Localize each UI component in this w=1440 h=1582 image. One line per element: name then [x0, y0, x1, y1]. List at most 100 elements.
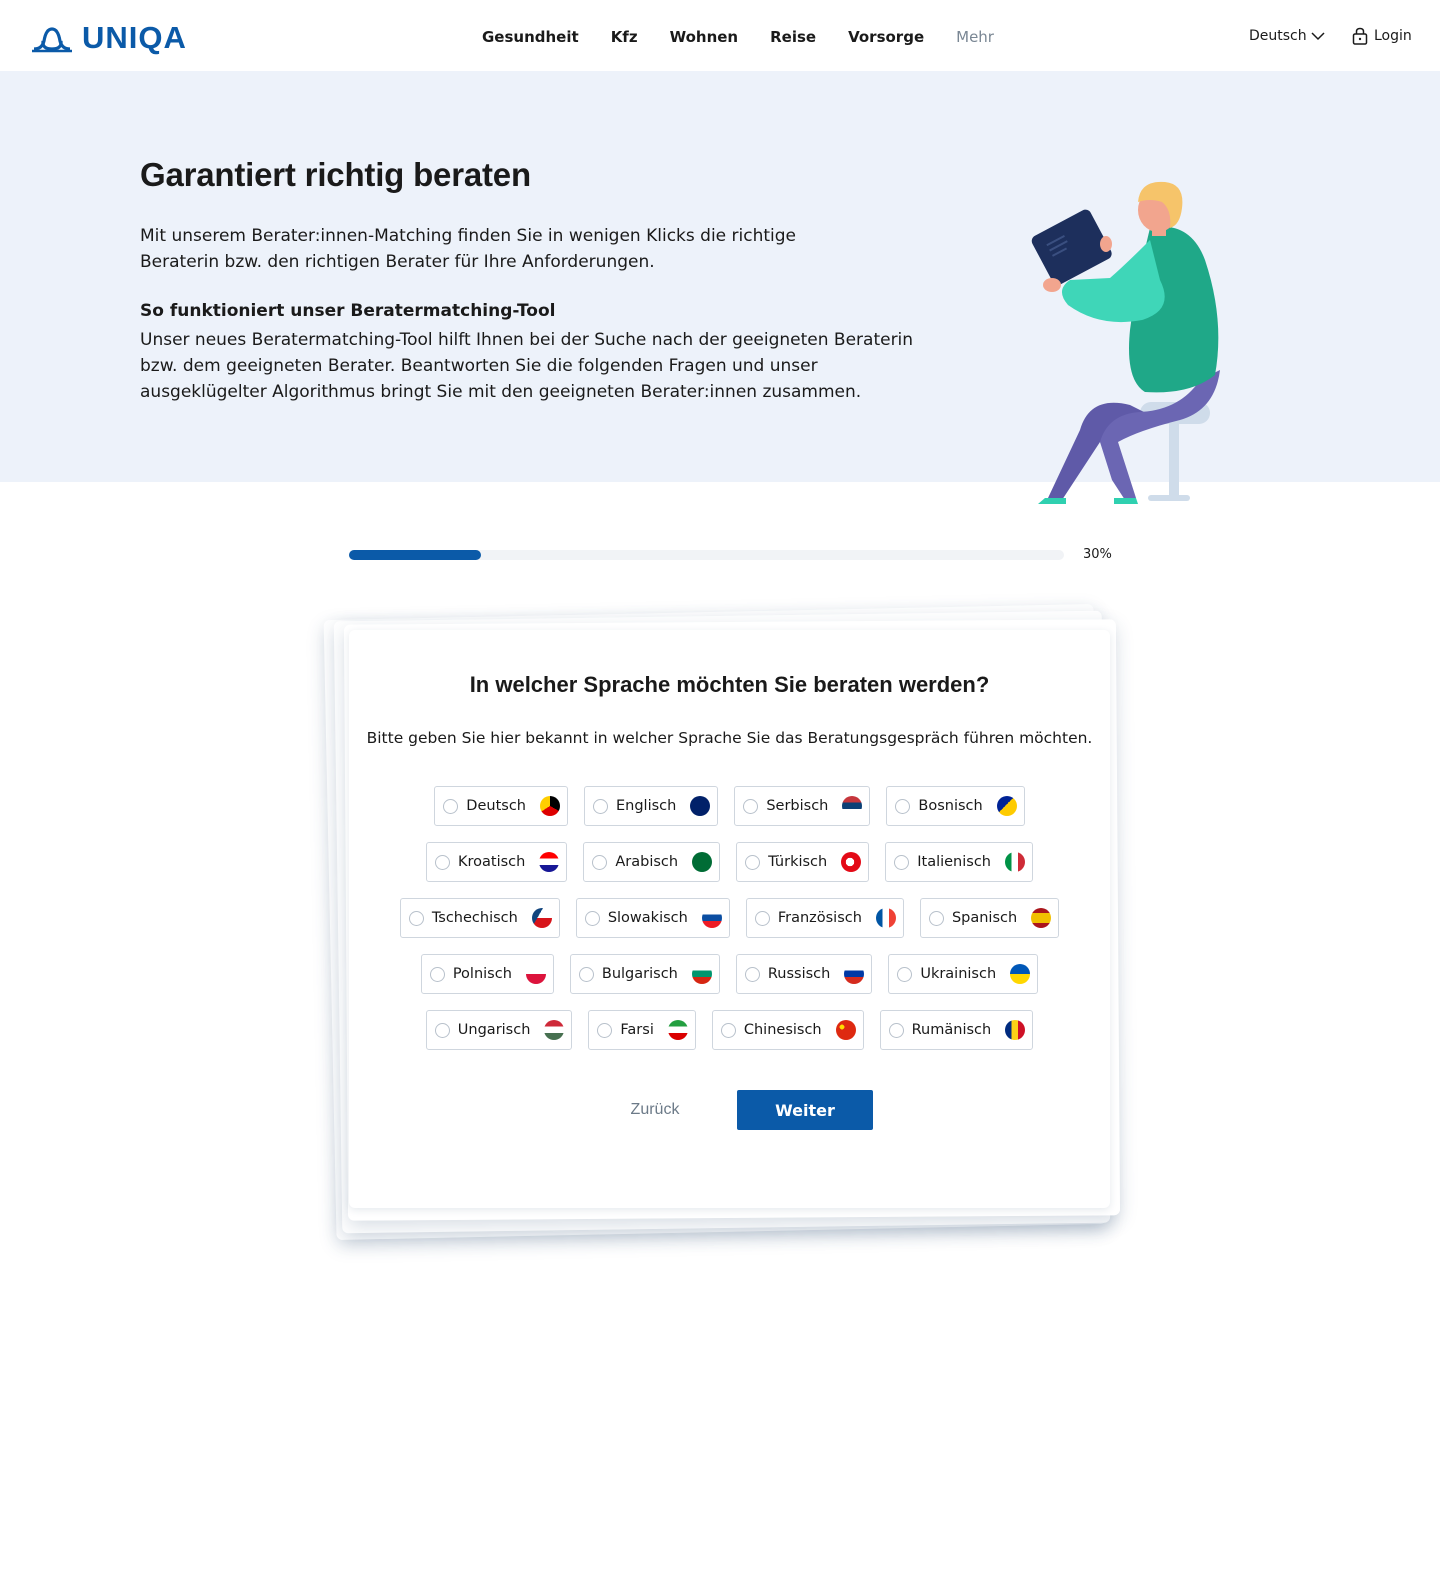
language-option-ungarisch[interactable]: Ungarisch — [425, 1010, 573, 1050]
language-option-ukrainisch[interactable]: Ukrainisch — [888, 954, 1039, 994]
language-option-bulgarisch[interactable]: Bulgarisch — [569, 954, 720, 994]
nav-kfz[interactable]: Kfz — [611, 28, 638, 46]
radio-button[interactable] — [928, 910, 944, 926]
progress-bar — [349, 550, 1064, 560]
radio-button[interactable] — [895, 798, 911, 814]
language-option-label: Bulgarisch — [601, 966, 678, 982]
next-button[interactable]: Weiter — [737, 1090, 873, 1130]
language-option-spanisch[interactable]: Spanisch — [919, 898, 1060, 938]
language-label: Deutsch — [1249, 28, 1307, 44]
radio-button[interactable] — [578, 966, 594, 982]
flag-bosnisch-icon — [996, 796, 1017, 816]
language-option-deutsch[interactable]: Deutsch — [434, 786, 568, 826]
radio-button[interactable] — [434, 1022, 450, 1038]
radio-button[interactable] — [592, 798, 608, 814]
back-button[interactable]: Zurück — [609, 1090, 701, 1130]
language-options: Deutsch Englisch Serbisch Bosnisch Kroatisch… — [349, 786, 1110, 1066]
language-option-label: Deutsch — [466, 798, 526, 814]
uniqa-logo[interactable]: UNIQA — [30, 20, 187, 56]
language-option-row: Tschechisch Slowakisch Französisch Spanisch — [349, 898, 1110, 938]
language-option-label: Ukrainisch — [920, 966, 997, 982]
nav-reise[interactable]: Reise — [770, 28, 816, 46]
language-option-label: Englisch — [615, 798, 677, 814]
radio-button[interactable] — [429, 966, 445, 982]
nav-mehr[interactable]: Mehr — [956, 28, 994, 46]
language-option-italienisch[interactable]: Italienisch — [885, 842, 1033, 882]
flag-farsi-icon — [667, 1020, 688, 1040]
main-nav: Gesundheit Kfz Wohnen Reise Vorsorge Meh… — [482, 28, 994, 46]
radio-button[interactable] — [745, 854, 761, 870]
language-option-label: Türkisch — [768, 854, 828, 870]
radio-button[interactable] — [894, 854, 910, 870]
radio-button[interactable] — [597, 1022, 613, 1038]
language-option-label: Chinesisch — [743, 1022, 822, 1038]
language-option-bosnisch[interactable]: Bosnisch — [886, 786, 1025, 826]
language-option-label: Rumänisch — [911, 1022, 992, 1038]
nav-wohnen[interactable]: Wohnen — [670, 28, 739, 46]
question-subtitle: Bitte geben Sie hier bekannt in welcher … — [366, 729, 1093, 747]
radio-button[interactable] — [744, 966, 760, 982]
language-option-label: Farsi — [620, 1022, 654, 1038]
radio-button[interactable] — [888, 1022, 904, 1038]
flag-polnisch-icon — [525, 964, 546, 984]
flag-bulgarisch-icon — [691, 964, 712, 984]
radio-button[interactable] — [584, 910, 600, 926]
language-option-label: Spanisch — [951, 910, 1018, 926]
language-option-arabisch[interactable]: Arabisch — [583, 842, 721, 882]
language-option-chinesisch[interactable]: Chinesisch — [711, 1010, 864, 1050]
flag-kroatisch-icon — [539, 852, 560, 872]
flag-chinesisch-icon — [835, 1020, 856, 1040]
flag-italienisch-icon — [1005, 852, 1025, 872]
language-option-row: Polnisch Bulgarisch Russisch Ukrainisch — [349, 954, 1110, 994]
login-link[interactable]: Login — [1352, 27, 1412, 45]
flag-tschechisch-icon — [531, 908, 552, 928]
login-label: Login — [1374, 28, 1412, 44]
radio-button[interactable] — [720, 1022, 736, 1038]
language-option-slowakisch[interactable]: Slowakisch — [575, 898, 730, 938]
flag-franzoesisch-icon — [875, 908, 896, 928]
flag-ungarisch-icon — [544, 1020, 565, 1040]
language-option-label: Ungarisch — [457, 1022, 531, 1038]
flag-slowakisch-icon — [701, 908, 722, 928]
hero-body: Unser neues Beratermatching-Tool hilft I… — [140, 330, 914, 402]
flag-rumaenisch-icon — [1005, 1020, 1026, 1040]
language-option-rumaenisch[interactable]: Rumänisch — [879, 1010, 1034, 1050]
language-selector[interactable]: Deutsch — [1249, 28, 1325, 44]
page-title: Garantiert richtig beraten — [140, 156, 531, 193]
language-option-polnisch[interactable]: Polnisch — [420, 954, 554, 994]
radio-button[interactable] — [435, 854, 450, 870]
language-option-englisch[interactable]: Englisch — [583, 786, 719, 826]
radio-button[interactable] — [743, 798, 759, 814]
language-option-franzoesisch[interactable]: Französisch — [745, 898, 904, 938]
language-option-tschechisch[interactable]: Tschechisch — [399, 898, 560, 938]
progress-percent: 30% — [1083, 547, 1112, 562]
lock-icon — [1352, 27, 1368, 45]
radio-button[interactable] — [408, 910, 424, 926]
site-header: UNIQA Gesundheit Kfz Wohnen Reise Vorsor… — [0, 0, 1440, 71]
radio-button[interactable] — [443, 798, 459, 814]
language-option-russisch[interactable]: Russisch — [735, 954, 873, 994]
language-option-kroatisch[interactable]: Kroatisch — [426, 842, 568, 882]
radio-button[interactable] — [592, 854, 608, 870]
hero-subheading: So funktioniert unser Beratermatching-To… — [140, 301, 556, 321]
language-option-serbisch[interactable]: Serbisch — [734, 786, 871, 826]
language-option-label: Tschechisch — [431, 910, 518, 926]
nav-gesundheit[interactable]: Gesundheit — [482, 28, 579, 46]
card-actions: Zurück Weiter — [349, 1090, 1110, 1130]
language-option-label: Slowakisch — [607, 910, 688, 926]
language-option-label: Italienisch — [917, 854, 991, 870]
nav-vorsorge[interactable]: Vorsorge — [848, 28, 924, 46]
language-option-label: Bosnisch — [918, 798, 983, 814]
language-option-tuerkisch[interactable]: Türkisch — [736, 842, 870, 882]
radio-button[interactable] — [754, 910, 770, 926]
language-option-label: Französisch — [777, 910, 862, 926]
language-option-label: Kroatisch — [458, 854, 526, 870]
hero-intro: Mit unserem Berater:innen-Matching finde… — [140, 226, 797, 272]
flag-ukrainisch-icon — [1010, 964, 1031, 984]
language-option-farsi[interactable]: Farsi — [588, 1010, 696, 1050]
question-card: In welcher Sprache möchten Sie beraten w… — [349, 630, 1110, 1208]
radio-button[interactable] — [897, 966, 913, 982]
person-reading-illustration — [1031, 181, 1220, 504]
progress-bar-fill — [349, 550, 482, 560]
language-option-row: Ungarisch Farsi Chinesisch Rumänisch — [349, 1010, 1110, 1050]
